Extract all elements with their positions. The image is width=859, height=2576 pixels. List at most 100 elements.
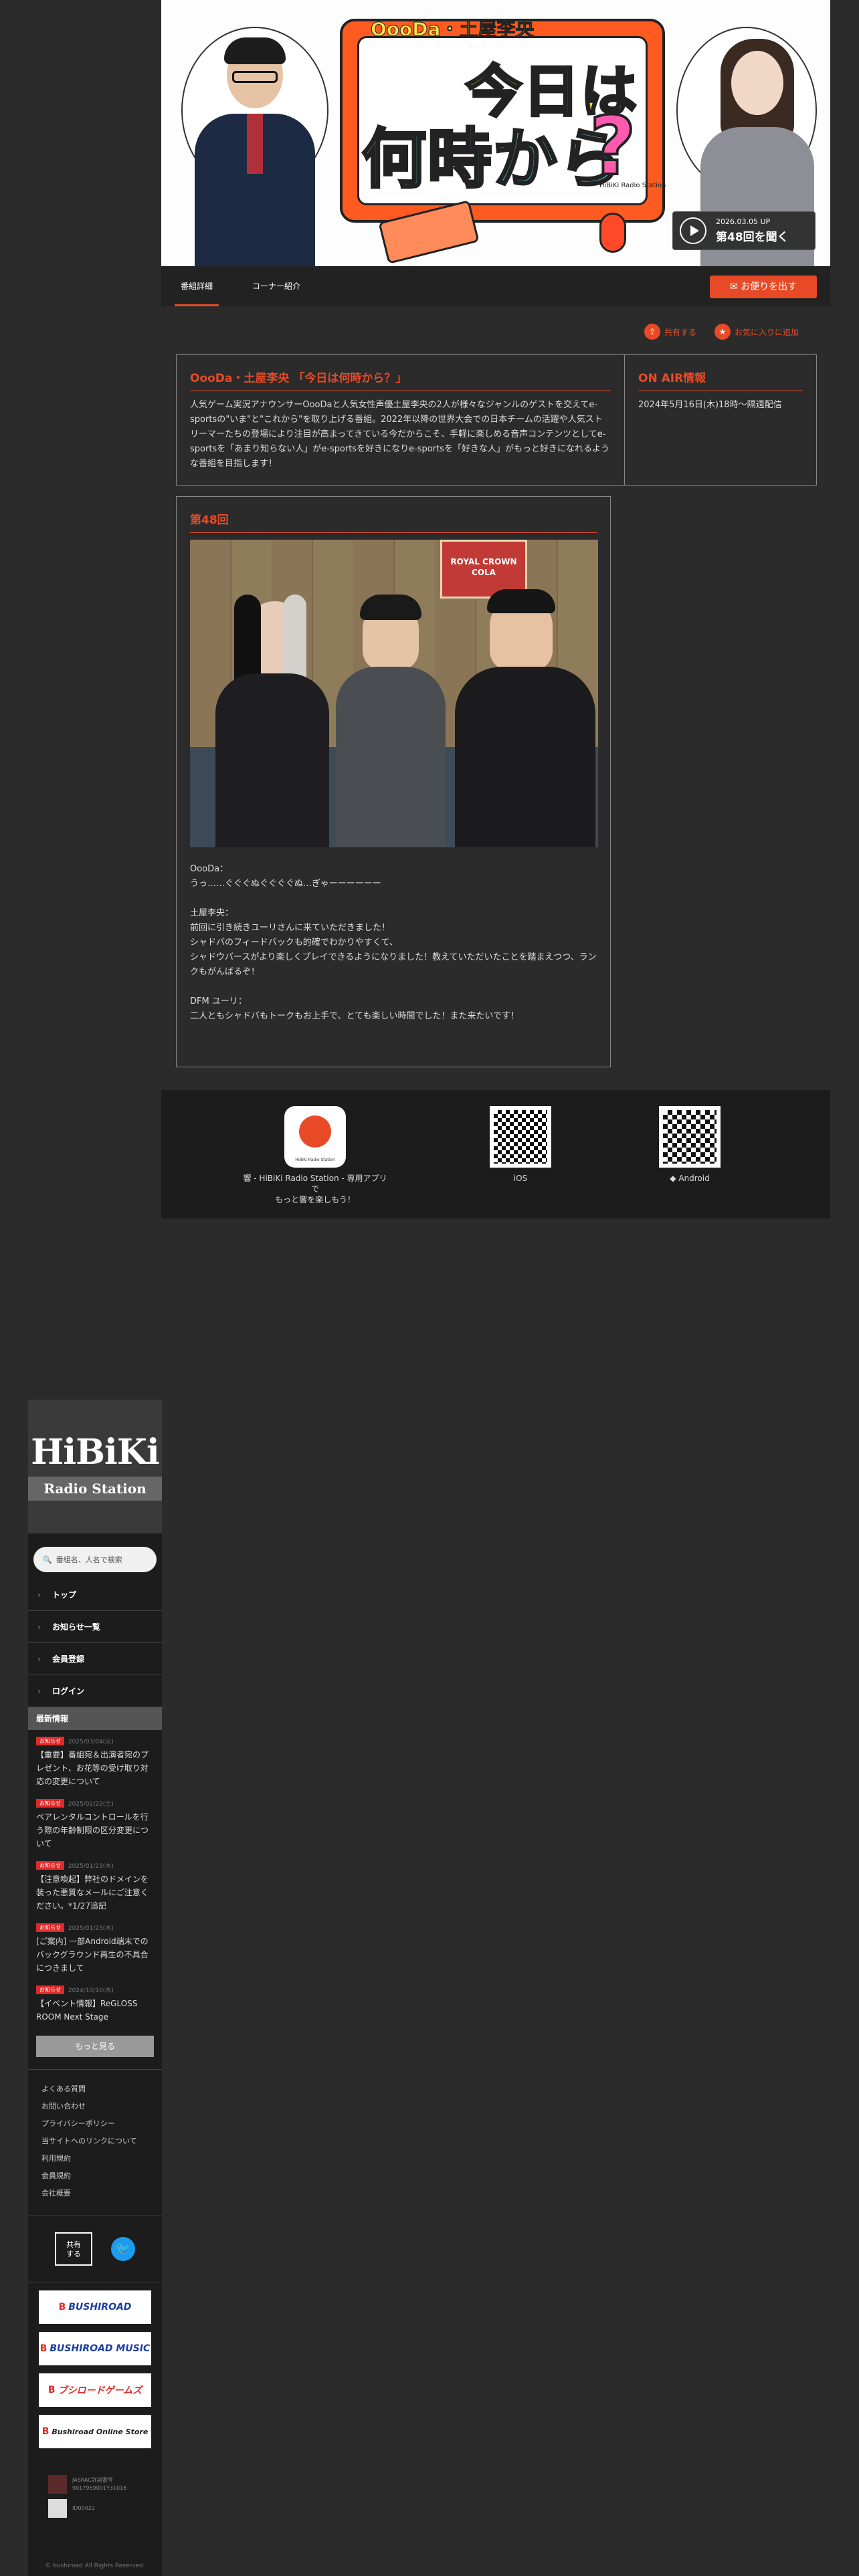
comment-line: シャドバのフィードバックも的確でわかりやすくて、 [190,938,398,948]
banner-hosts: OooDa・土屋李央 [370,18,535,41]
comment-line: 前回に引き続きユーリさんに来ていただきました！ [190,923,391,933]
latest-episode-button[interactable]: 2026.03.05 UP 第48回を聞く [672,211,816,250]
app-download-band: HiBiKi Radio Station 響 - HiBiKi Radio St… [161,1090,830,1218]
partner-name: ブシロードゲームズ [58,2385,142,2396]
nav-top[interactable]: トップ [28,1579,162,1611]
footer-link-faq[interactable]: よくある質問 [41,2080,149,2098]
share-box-line2: する [66,2250,81,2258]
nav-register[interactable]: 会員登録 [28,1643,162,1675]
news-date: 2025/01/23(木) [68,1925,114,1932]
twitter-icon[interactable]: 🐦 [111,2237,135,2261]
comment-line: 二人ともシャドバもトークもお上手で、とても楽しい時間でした！また来たいです！ [190,1011,520,1021]
news-title: 【注意喚起】弊社のドメインを装った悪質なメールにご注意ください。*1/27追記 [36,1874,149,1911]
host-oooda-photo [188,27,322,266]
news-badge: お知らせ [36,1985,64,1994]
nextone-icon [48,2499,67,2518]
footer-link-linking[interactable]: 当サイトへのリンクについて [41,2133,149,2150]
search-placeholder: 番組名、人名で検索 [56,1555,122,1564]
search-icon: 🔍 [43,1555,52,1564]
partner-online-store[interactable]: B Bushiroad Online Store [39,2415,151,2448]
footer-link-member-terms[interactable]: 会員規約 [41,2167,149,2185]
partner-name: BUSHIROAD [68,2302,132,2313]
partner-mark: B [47,2385,56,2395]
news-date: 2025/03/04(火) [68,1739,114,1745]
news-badge: お知らせ [36,1861,64,1870]
partner-bushiroad-music[interactable]: B BUSHIROAD MUSIC [39,2332,151,2365]
app-caption-line1: 響 - HiBiKi Radio Station - 専用アプリで [243,1174,387,1194]
comment-line: シャドウバースがより楽しくプレイできるようになりました！教えていただいたことを踏… [190,952,597,977]
news-date: 2024/10/10(木) [68,1988,114,1994]
ios-qr-code [490,1106,551,1168]
favorite-button[interactable]: ★ お気に入りに追加 [714,324,799,340]
news-badge: お知らせ [36,1923,64,1932]
episode-photo: ROYAL CROWN COLA [190,540,598,847]
app-caption-line2: もっと響を楽しもう！ [275,1195,355,1204]
partner-name: Bushiroad Online Store [52,2427,149,2436]
sidebar: HiBiKi Radio Station 🔍 番組名、人名で検索 トップ お知ら… [28,1400,162,2576]
onair-panel: ON AIR情報 2024年5月16日(木)18時〜隔週配信 [625,355,816,485]
latest-episode-label: 第48回を聞く [716,231,789,244]
program-description-panel: OooDa・土屋李央 「今日は何時から？」 人気ゲーム実況アナウンサーOooDa… [177,355,625,485]
nav-news-list[interactable]: お知らせ一覧 [28,1611,162,1643]
banner-brand-mark: HiBiKi Radio Station [599,182,666,189]
news-item[interactable]: お知らせ 2025/02/22(土) ペアレンタルコントロールを行う際の年齢制限の… [28,1792,162,1854]
logo-sub: Radio Station [28,1477,162,1501]
android-label: Android [678,1174,710,1183]
ios-label: iOS [513,1174,528,1183]
news-title: 【イベント情報】ReGLOSS ROOM Next Stage [36,1999,138,2022]
onair-title: ON AIR情報 [638,368,803,391]
more-news-button[interactable]: もっと見る [36,2036,154,2057]
logo-main: HiBiKi [31,1432,160,1473]
footer-link-terms[interactable]: 利用規約 [41,2150,149,2167]
comment-yuri: DFM ユーリ： 二人ともシャドバもトークもお上手で、とても楽しい時間でした！ま… [190,994,597,1024]
share-icon: ⇪ [644,324,660,340]
site-logo[interactable]: HiBiKi Radio Station [28,1400,162,1533]
mouse-illustration [599,213,626,253]
episode-comments: OooDa： うっ……ぐぐぐぬぐぐぐぐぬ…ぎゃーーーーーー 土屋李央： 前回に引… [190,862,597,1024]
news-badge: お知らせ [36,1737,64,1745]
news-item[interactable]: お知らせ 2025/01/23(木) 【注意喚起】弊社のドメインを装った悪質なメー… [28,1854,162,1917]
copyright: © bushiroad All Rights Reserved. [45,2563,145,2569]
favorite-label: お気に入りに追加 [735,327,799,337]
news-title: 【重要】番組宛＆出演者宛のプレゼント、お花等の受け取り対応の変更について [36,1750,149,1786]
comment-tsuchiya: 土屋李央： 前回に引き続きユーリさんに来ていただきました！ シャドバのフィードバ… [190,906,597,980]
footer-link-contact[interactable]: お問い合わせ [41,2098,149,2115]
nextone-license: ID00022 [72,2505,95,2511]
news-item[interactable]: お知らせ 2025/03/04(火) 【重要】番組宛＆出演者宛のプレゼント、お花等… [28,1730,162,1792]
share-label: 共有する [664,327,697,337]
footer-link-company[interactable]: 会社概要 [41,2185,149,2202]
program-title: OooDa・土屋李央 「今日は何時から？」 [190,368,611,391]
program-banner: OooDa・土屋李央 今日は 何時から ? HiBiKi Radio Stati… [161,0,830,266]
android-download[interactable]: ◆ Android [650,1106,730,1184]
banner-title-line2: 何時から [361,120,624,198]
partner-mark: B [58,2302,66,2313]
send-letter-button[interactable]: ✉ お便りを出す [710,276,817,298]
share-button[interactable]: ⇪ 共有する [644,324,696,340]
onair-schedule: 2024年5月16日(木)18時〜隔週配信 [638,400,782,410]
nav-login[interactable]: ログイン [28,1675,162,1707]
tab-program-details[interactable]: 番組詳細 [175,266,219,306]
program-description: 人気ゲーム実況アナウンサーOooDaと人気女性声優土屋李央の2人が様々なジャンル… [190,400,609,469]
news-item[interactable]: お知らせ 2024/10/10(木) 【イベント情報】ReGLOSS ROOM N… [28,1979,162,2028]
share-box-line1: 共有 [66,2240,81,2249]
app-icon-label: HiBiKi Radio Station [295,1158,335,1162]
footer-link-privacy[interactable]: プライバシーポリシー [41,2115,149,2133]
search-input[interactable]: 🔍 番組名、人名で検索 [33,1547,157,1572]
app-promo[interactable]: HiBiKi Radio Station 響 - HiBiKi Radio St… [242,1106,389,1205]
news-badge: お知らせ [36,1799,64,1808]
partner-bushiroad[interactable]: B BUSHIROAD [39,2290,151,2324]
android-icon: ◆ [670,1174,679,1183]
partner-mark: B [41,2426,50,2437]
social-share: 共有 する 🐦 [28,2216,162,2282]
partner-mark: B [39,2343,47,2354]
tab-corner-intro[interactable]: コーナー紹介 [244,266,308,306]
share-box-button[interactable]: 共有 する [55,2232,92,2266]
episode-panel: 第48回 ROYAL CROWN COLA OooDa： うっ……ぐぐぐぬぐぐぐ… [176,496,611,1067]
comment-speaker: DFM ユーリ： [190,996,247,1006]
news-item[interactable]: お知らせ 2025/01/23(木) [ご案内] 一部Android端末でのバック… [28,1917,162,1979]
partner-bushiroad-games[interactable]: B ブシロードゲームズ [39,2373,151,2407]
app-icon: HiBiKi Radio Station [284,1106,346,1168]
episode-title: 第48回 [190,510,597,533]
license-info: JASRAC許諾番号 9017959001Y31016 ID00022 [28,2448,162,2518]
ios-download[interactable]: iOS [480,1106,561,1184]
